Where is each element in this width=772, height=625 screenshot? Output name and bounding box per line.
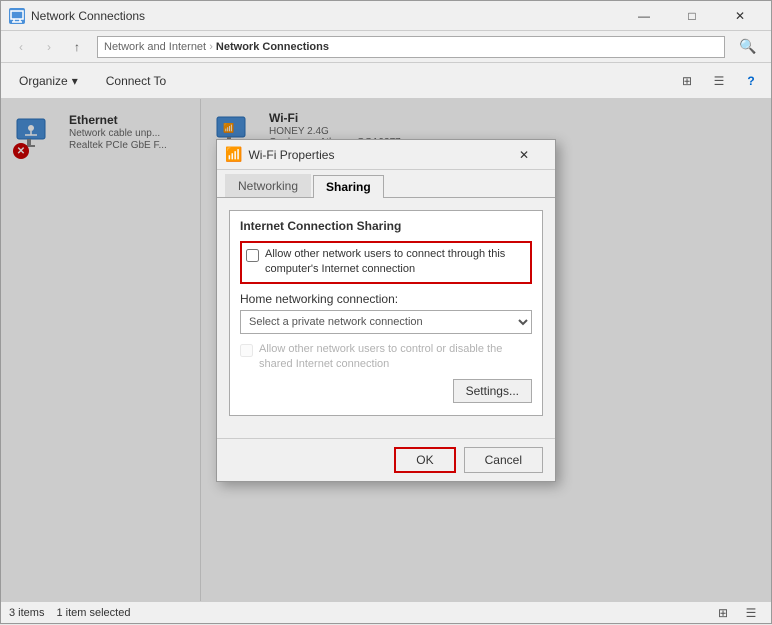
- view-list-button[interactable]: ⊞: [675, 69, 699, 93]
- view-details-button[interactable]: ☰: [707, 69, 731, 93]
- nav-toolbar: ‹ › ↑ Network and Internet › Network Con…: [1, 31, 771, 63]
- minimize-button[interactable]: —: [621, 1, 667, 31]
- settings-row: Settings...: [240, 379, 532, 403]
- organize-button[interactable]: Organize ▾: [9, 67, 88, 95]
- settings-button[interactable]: Settings...: [453, 379, 532, 403]
- large-icon-view-button[interactable]: ⊞: [711, 601, 735, 625]
- forward-button[interactable]: ›: [37, 35, 61, 59]
- dialog-tabs: Networking Sharing: [217, 170, 555, 198]
- modal-overlay: 📶 Wi-Fi Properties ✕ Networking Sharing …: [1, 99, 771, 601]
- status-bar: 3 items 1 item selected ⊞ ☰: [1, 601, 771, 623]
- dialog-close-button[interactable]: ✕: [501, 140, 547, 170]
- connect-to-button[interactable]: Connect To: [96, 67, 177, 95]
- allow-sharing-row: Allow other network users to connect thr…: [240, 241, 532, 284]
- app-icon: [9, 8, 25, 24]
- allow-control-label: Allow other network users to control or …: [259, 342, 532, 373]
- maximize-button[interactable]: □: [669, 1, 715, 31]
- allow-control-checkbox: [240, 344, 253, 357]
- command-bar: Organize ▾ Connect To ⊞ ☰ ?: [1, 63, 771, 99]
- close-button[interactable]: ✕: [717, 1, 763, 31]
- title-bar: Network Connections — □ ✕: [1, 1, 771, 31]
- window-controls: — □ ✕: [621, 1, 763, 31]
- up-button[interactable]: ↑: [65, 35, 89, 59]
- home-networking-label: Home networking connection:: [240, 292, 532, 306]
- wifi-properties-dialog: 📶 Wi-Fi Properties ✕ Networking Sharing …: [216, 139, 556, 482]
- private-network-dropdown[interactable]: Select a private network connection: [240, 310, 532, 334]
- allow-control-row: Allow other network users to control or …: [240, 342, 532, 373]
- view-toggle: ⊞ ☰: [711, 601, 763, 625]
- dialog-footer: OK Cancel: [217, 438, 555, 481]
- help-button[interactable]: ?: [739, 69, 763, 93]
- cancel-button[interactable]: Cancel: [464, 447, 543, 473]
- content-area: ✕ Ethernet Network cable unp... Realtek …: [1, 99, 771, 601]
- tab-sharing[interactable]: Sharing: [313, 175, 384, 198]
- internet-connection-sharing-group: Internet Connection Sharing Allow other …: [229, 210, 543, 416]
- tab-networking[interactable]: Networking: [225, 174, 311, 197]
- dialog-icon: 📶: [225, 146, 242, 163]
- main-window: Network Connections — □ ✕ ‹ › ↑ Network …: [0, 0, 772, 624]
- search-button[interactable]: 🔍: [733, 35, 763, 59]
- back-button[interactable]: ‹: [9, 35, 33, 59]
- ok-button[interactable]: OK: [394, 447, 455, 473]
- selection-count: 1 item selected: [56, 607, 130, 619]
- window-title: Network Connections: [31, 9, 621, 23]
- address-bar[interactable]: Network and Internet › Network Connectio…: [97, 36, 725, 58]
- dialog-title: Wi-Fi Properties: [248, 148, 501, 162]
- item-count: 3 items: [9, 607, 44, 619]
- allow-sharing-label[interactable]: Allow other network users to connect thr…: [265, 247, 526, 278]
- address-text: Network and Internet › Network Connectio…: [104, 41, 329, 53]
- group-title: Internet Connection Sharing: [240, 219, 532, 233]
- dialog-title-bar: 📶 Wi-Fi Properties ✕: [217, 140, 555, 170]
- details-view-button[interactable]: ☰: [739, 601, 763, 625]
- dialog-content: Internet Connection Sharing Allow other …: [217, 198, 555, 438]
- allow-sharing-checkbox[interactable]: [246, 249, 259, 262]
